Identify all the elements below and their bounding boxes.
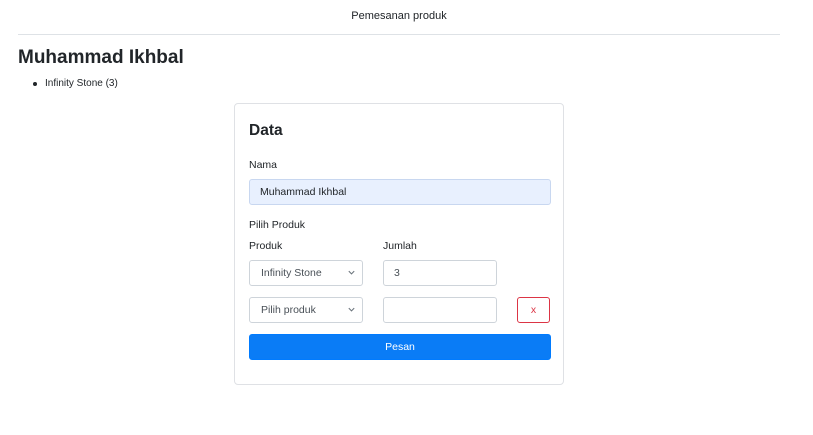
chevron-down-icon	[348, 307, 355, 312]
quantity-input-2[interactable]	[383, 297, 497, 323]
order-form-card: Data Nama Pilih Produk Produk Jumlah Inf…	[234, 103, 564, 385]
order-list: Infinity Stone (3)	[32, 77, 118, 91]
product-column-label: Produk	[249, 240, 283, 252]
select-product-label: Pilih Produk	[249, 219, 306, 231]
order-list-item: Infinity Stone (3)	[32, 77, 118, 91]
quantity-input-1[interactable]	[383, 260, 497, 286]
top-navbar: Pemesanan produk	[18, 0, 780, 35]
order-list-item-label: Infinity Stone (3)	[45, 78, 118, 89]
name-label: Nama	[249, 159, 278, 171]
submit-order-button[interactable]: Pesan	[249, 334, 551, 360]
navbar-title[interactable]: Pemesanan produk	[351, 10, 446, 22]
remove-row-button[interactable]: x	[517, 297, 550, 323]
quantity-column-label: Jumlah	[383, 240, 417, 252]
card-title: Data	[249, 122, 283, 139]
page: Pemesanan produk Muhammad Ikhbal Infinit…	[0, 0, 813, 435]
product-select-2-value: Pilih produk	[261, 304, 316, 316]
name-input[interactable]	[249, 179, 551, 205]
product-select-1[interactable]: Infinity Stone	[249, 260, 363, 286]
product-select-2[interactable]: Pilih produk	[249, 297, 363, 323]
chevron-down-icon	[348, 270, 355, 275]
customer-name-heading: Muhammad Ikhbal	[18, 47, 184, 68]
product-select-1-value: Infinity Stone	[261, 267, 322, 279]
